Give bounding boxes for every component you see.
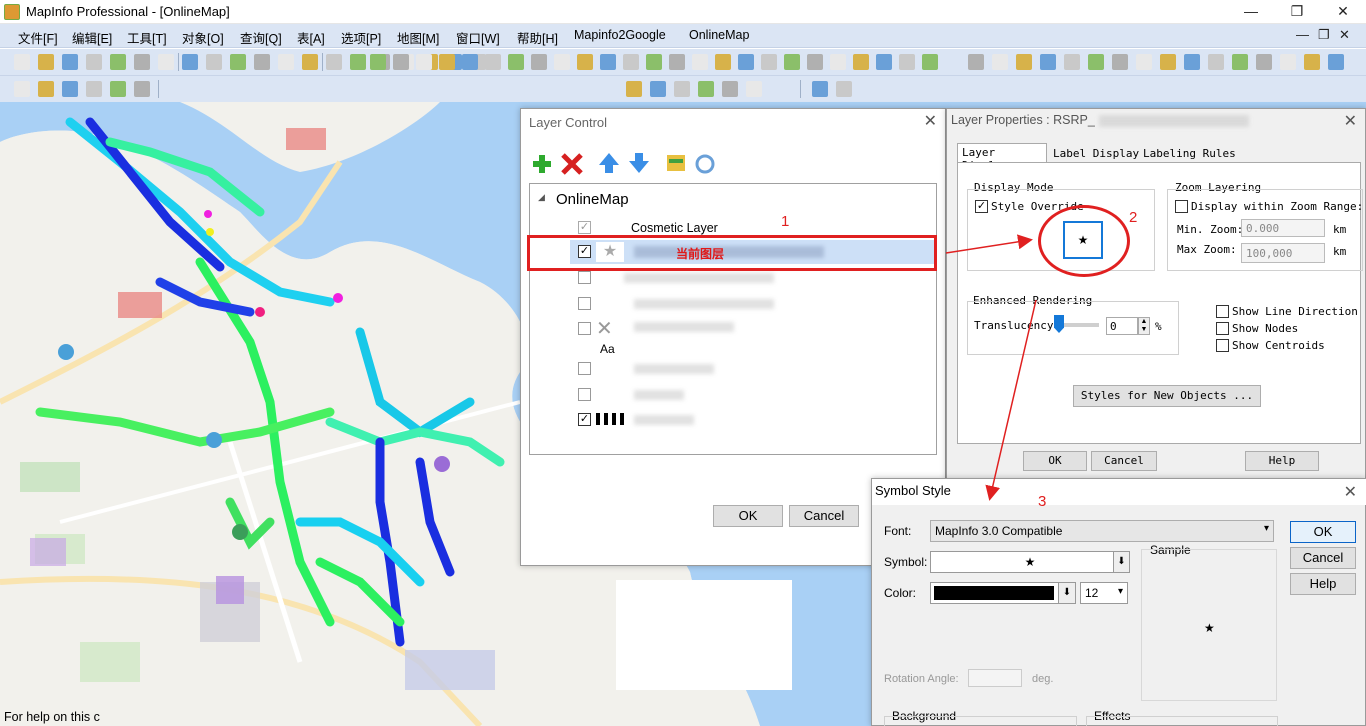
annotation-arrow-2-to-3 [985,299,1037,501]
annotation-arrows [945,234,1037,501]
annotation-arrow-1-to-2 [945,234,1033,254]
